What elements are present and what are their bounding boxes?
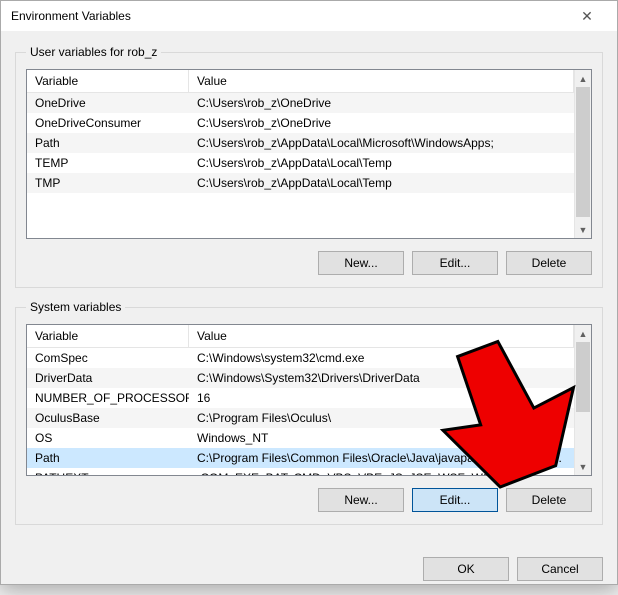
- scroll-up-icon[interactable]: ▲: [575, 70, 591, 87]
- cell-value: C:\Program Files\Oculus\: [189, 408, 574, 428]
- system-new-button[interactable]: New...: [318, 488, 404, 512]
- col-value[interactable]: Value: [189, 70, 574, 92]
- cell-value: C:\Users\rob_z\OneDrive: [189, 93, 574, 113]
- cell-variable: OneDrive: [27, 93, 189, 113]
- user-vars-table[interactable]: Variable Value OneDriveC:\Users\rob_z\On…: [26, 69, 592, 239]
- cell-variable: OculusBase: [27, 408, 189, 428]
- cell-variable: PATHEXT: [27, 468, 189, 475]
- system-scrollbar[interactable]: ▲ ▼: [574, 325, 591, 475]
- table-row[interactable]: OculusBaseC:\Program Files\Oculus\: [27, 408, 574, 428]
- cell-variable: TMP: [27, 173, 189, 193]
- system-vars-table[interactable]: Variable Value ComSpecC:\Windows\system3…: [26, 324, 592, 476]
- user-vars-legend: User variables for rob_z: [26, 45, 161, 59]
- table-row[interactable]: TEMPC:\Users\rob_z\AppData\Local\Temp: [27, 153, 574, 173]
- col-variable[interactable]: Variable: [27, 325, 189, 347]
- user-scrollbar[interactable]: ▲ ▼: [574, 70, 591, 238]
- env-vars-dialog: Environment Variables ✕ User variables f…: [0, 0, 618, 585]
- scroll-thumb[interactable]: [576, 342, 590, 412]
- system-table-header: Variable Value: [27, 325, 574, 348]
- system-delete-button[interactable]: Delete: [506, 488, 592, 512]
- close-icon[interactable]: ✕: [567, 1, 607, 31]
- user-table-header: Variable Value: [27, 70, 574, 93]
- cell-value: C:\Users\rob_z\AppData\Local\Temp: [189, 153, 574, 173]
- user-edit-button[interactable]: Edit...: [412, 251, 498, 275]
- cell-value: C:\Users\rob_z\AppData\Local\Microsoft\W…: [189, 133, 574, 153]
- scroll-up-icon[interactable]: ▲: [575, 325, 591, 342]
- cancel-button[interactable]: Cancel: [517, 557, 603, 581]
- cell-value: .COM;.EXE;.BAT;.CMD;.VBS;.VBE;.JS;.JSE;.…: [189, 468, 574, 475]
- content: User variables for rob_z Variable Value …: [1, 31, 617, 537]
- cell-variable: TEMP: [27, 153, 189, 173]
- col-value[interactable]: Value: [189, 325, 574, 347]
- user-new-button[interactable]: New...: [318, 251, 404, 275]
- cell-variable: NUMBER_OF_PROCESSORS: [27, 388, 189, 408]
- table-row[interactable]: OneDriveC:\Users\rob_z\OneDrive: [27, 93, 574, 113]
- table-row[interactable]: NUMBER_OF_PROCESSORS16: [27, 388, 574, 408]
- cell-value: C:\Program Files\Common Files\Oracle\Jav…: [189, 448, 574, 468]
- cell-variable: ComSpec: [27, 348, 189, 368]
- table-row[interactable]: PathC:\Users\rob_z\AppData\Local\Microso…: [27, 133, 574, 153]
- table-row[interactable]: PathC:\Program Files\Common Files\Oracle…: [27, 448, 574, 468]
- cell-variable: Path: [27, 448, 189, 468]
- system-vars-legend: System variables: [26, 300, 125, 314]
- system-edit-button[interactable]: Edit...: [412, 488, 498, 512]
- system-vars-group: System variables Variable Value ComSpecC…: [15, 300, 603, 525]
- scroll-thumb[interactable]: [576, 87, 590, 217]
- cell-value: C:\Users\rob_z\AppData\Local\Temp: [189, 173, 574, 193]
- table-row[interactable]: OneDriveConsumerC:\Users\rob_z\OneDrive: [27, 113, 574, 133]
- cell-variable: OneDriveConsumer: [27, 113, 189, 133]
- scroll-down-icon[interactable]: ▼: [575, 221, 591, 238]
- cell-value: C:\Windows\System32\Drivers\DriverData: [189, 368, 574, 388]
- table-row[interactable]: ComSpecC:\Windows\system32\cmd.exe: [27, 348, 574, 368]
- user-delete-button[interactable]: Delete: [506, 251, 592, 275]
- table-row[interactable]: TMPC:\Users\rob_z\AppData\Local\Temp: [27, 173, 574, 193]
- titlebar: Environment Variables ✕: [1, 1, 617, 31]
- table-row[interactable]: OSWindows_NT: [27, 428, 574, 448]
- ok-button[interactable]: OK: [423, 557, 509, 581]
- cell-variable: Path: [27, 133, 189, 153]
- col-variable[interactable]: Variable: [27, 70, 189, 92]
- cell-value: C:\Windows\system32\cmd.exe: [189, 348, 574, 368]
- cell-value: C:\Users\rob_z\OneDrive: [189, 113, 574, 133]
- cell-value: Windows_NT: [189, 428, 574, 448]
- cell-value: 16: [189, 388, 574, 408]
- user-vars-group: User variables for rob_z Variable Value …: [15, 45, 603, 288]
- cell-variable: OS: [27, 428, 189, 448]
- scroll-down-icon[interactable]: ▼: [575, 458, 591, 475]
- window-title: Environment Variables: [11, 9, 567, 23]
- cell-variable: DriverData: [27, 368, 189, 388]
- table-row[interactable]: PATHEXT.COM;.EXE;.BAT;.CMD;.VBS;.VBE;.JS…: [27, 468, 574, 475]
- table-row[interactable]: DriverDataC:\Windows\System32\Drivers\Dr…: [27, 368, 574, 388]
